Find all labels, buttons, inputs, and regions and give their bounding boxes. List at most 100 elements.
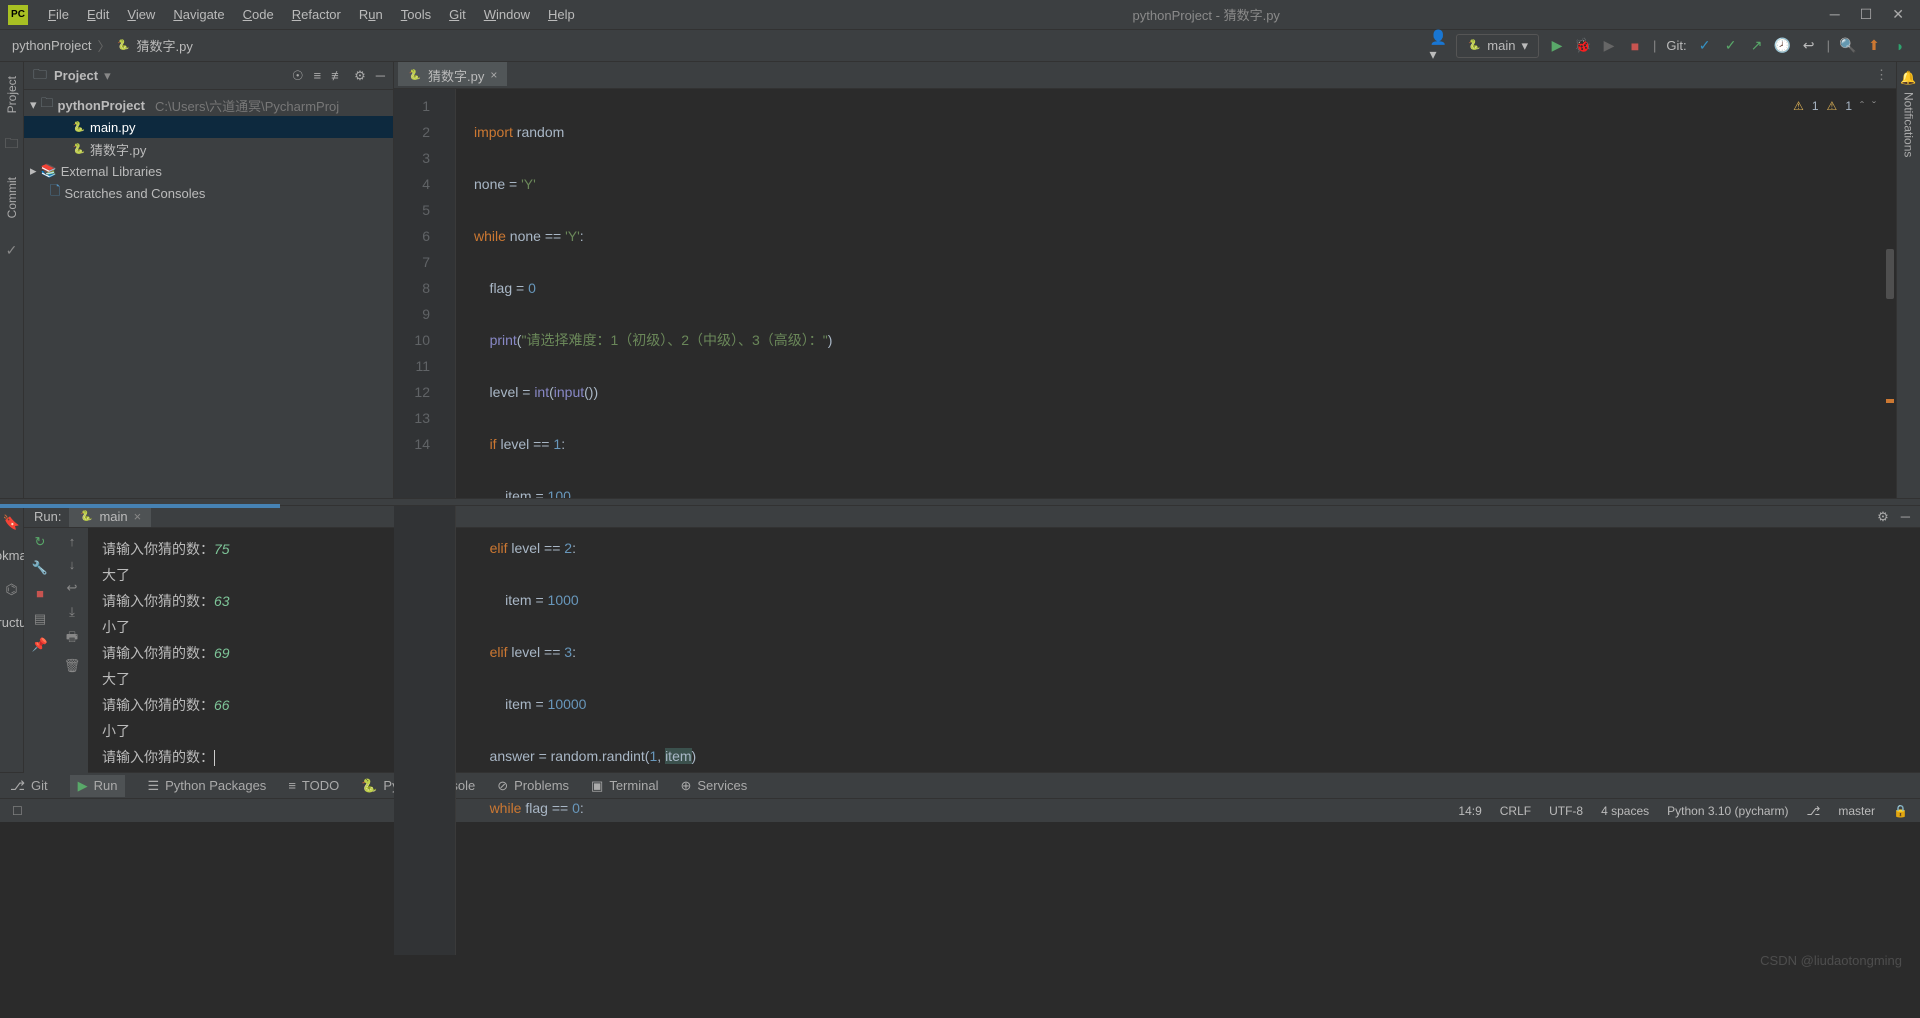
t: input bbox=[554, 384, 584, 400]
tool-git[interactable]: ⎇Git bbox=[10, 778, 48, 794]
project-tree[interactable]: ▾ 🗀 pythonProject C:\Users\六道通冥\PycharmP… bbox=[24, 90, 393, 208]
tab-close-icon[interactable]: × bbox=[490, 68, 497, 82]
search-icon[interactable]: 🔍 bbox=[1840, 38, 1856, 54]
run-tab-label: main bbox=[99, 509, 127, 524]
error-stripe[interactable] bbox=[1884, 89, 1894, 955]
expand-icon[interactable]: ≡ bbox=[314, 68, 322, 84]
tool-pypackages[interactable]: ☰Python Packages bbox=[147, 778, 266, 794]
t: elif bbox=[490, 540, 508, 556]
collapse-icon[interactable]: ≢ bbox=[331, 68, 344, 84]
python-icon: 🐍 bbox=[1467, 39, 1481, 53]
t: import bbox=[474, 124, 513, 140]
gutter: 1 2 3 4 5 6 7 8 9 10 11 12 13 14 bbox=[394, 89, 442, 955]
run-icon[interactable]: ▶ bbox=[1549, 38, 1565, 54]
minimize-icon[interactable]: ─ bbox=[1830, 6, 1840, 23]
structure-icon[interactable]: ⌬ bbox=[4, 581, 20, 597]
tool-run[interactable]: ▶Run bbox=[70, 775, 126, 797]
menu-tools[interactable]: Tools bbox=[393, 3, 439, 26]
maximize-icon[interactable]: ☐ bbox=[1860, 6, 1873, 23]
settings-icon[interactable]: 🔧 bbox=[32, 560, 48, 576]
tab-commit[interactable]: Commit bbox=[5, 171, 19, 224]
down-icon[interactable]: ↓ bbox=[69, 557, 76, 572]
git-rollback-icon[interactable]: ↩ bbox=[1801, 38, 1817, 54]
editor-tab-guess[interactable]: 🐍 猜数字.py × bbox=[398, 62, 507, 88]
tree-file-main[interactable]: 🐍 main.py bbox=[24, 116, 393, 138]
debug-icon[interactable]: 🐞 bbox=[1575, 38, 1591, 54]
commit-icon[interactable]: ✓ bbox=[4, 243, 20, 259]
coverage-icon[interactable]: ▶ bbox=[1601, 38, 1617, 54]
package-icon: ☰ bbox=[147, 778, 159, 794]
status-hide-icon[interactable]: ☐ bbox=[12, 804, 23, 818]
menu-git[interactable]: Git bbox=[441, 3, 474, 26]
chevron-down-icon[interactable]: ▾ bbox=[104, 68, 111, 84]
stop-icon[interactable]: ■ bbox=[36, 586, 44, 601]
locate-icon[interactable]: ☉ bbox=[292, 68, 304, 84]
inspection-badges[interactable]: ⚠1 ⚠1 ˆ ˇ bbox=[1793, 93, 1876, 119]
menu-edit[interactable]: Edit bbox=[79, 3, 117, 26]
chevron-up-icon[interactable]: ˆ bbox=[1860, 93, 1864, 119]
run-tools-secondary: ↑ ↓ ↩ ⤓ 🖶 🗑 bbox=[56, 528, 88, 778]
tree-root[interactable]: ▾ 🗀 pythonProject C:\Users\六道通冥\PycharmP… bbox=[24, 94, 393, 116]
git-update-icon[interactable]: ✓ bbox=[1697, 38, 1713, 54]
scroll-icon[interactable]: ⤓ bbox=[69, 604, 75, 620]
git-commit-icon[interactable]: ✓ bbox=[1723, 38, 1739, 54]
trash-icon[interactable]: 🗑 bbox=[64, 658, 81, 674]
print-icon[interactable]: 🖶 bbox=[66, 628, 78, 650]
git-push-icon[interactable]: ↗ bbox=[1749, 38, 1765, 54]
menu-view[interactable]: View bbox=[119, 3, 163, 26]
project-view-icon[interactable]: 🗀 bbox=[32, 68, 48, 84]
code-area[interactable]: import random none = 'Y' while none == '… bbox=[456, 89, 1896, 955]
stop-icon[interactable]: ■ bbox=[1627, 38, 1643, 54]
menu-run[interactable]: Run bbox=[351, 3, 391, 26]
t bbox=[474, 436, 490, 452]
t: elif bbox=[490, 644, 508, 660]
run-configuration[interactable]: 🐍 main ▾ bbox=[1456, 34, 1539, 58]
t: "请选择难度：1（初级）、2（中级）、3（高级）：" bbox=[521, 332, 827, 348]
breadcrumb-project[interactable]: pythonProject bbox=[12, 38, 92, 53]
tree-scratches[interactable]: 🗋 Scratches and Consoles bbox=[24, 182, 393, 204]
menu-navigate[interactable]: Navigate bbox=[165, 3, 232, 26]
gear-icon[interactable]: ⚙ bbox=[354, 68, 366, 84]
hide-icon[interactable]: ─ bbox=[1901, 509, 1910, 525]
editor: 🐍 猜数字.py × ⋮ 1 2 3 4 5 6 7 8 9 10 11 12 … bbox=[394, 62, 1896, 498]
bell-icon[interactable]: 🔔 bbox=[1900, 70, 1916, 86]
up-icon[interactable]: ↑ bbox=[69, 534, 76, 549]
menu-window[interactable]: Window bbox=[476, 3, 538, 26]
folder-icon: 🗀 bbox=[41, 94, 54, 116]
tree-external[interactable]: ▸ 📚 External Libraries bbox=[24, 160, 393, 182]
run-tab-main[interactable]: 🐍 main × bbox=[69, 506, 151, 527]
menu-help[interactable]: Help bbox=[540, 3, 583, 26]
scrollbar-thumb[interactable] bbox=[1886, 249, 1894, 299]
layout-icon[interactable]: ▤ bbox=[34, 611, 46, 627]
user-icon[interactable]: 👤▾ bbox=[1430, 38, 1446, 54]
tree-file-guess[interactable]: 🐍 猜数字.py bbox=[24, 138, 393, 160]
close-icon[interactable]: × bbox=[134, 509, 142, 524]
tab-project[interactable]: Project bbox=[5, 70, 19, 119]
t: while bbox=[474, 228, 506, 244]
t bbox=[474, 644, 490, 660]
close-icon[interactable]: ✕ bbox=[1892, 6, 1904, 23]
tool-todo[interactable]: ≡TODO bbox=[288, 778, 339, 793]
bookmark-icon[interactable]: 🔖 bbox=[4, 514, 20, 530]
rerun-icon[interactable]: ↻ bbox=[35, 534, 46, 550]
menu-code[interactable]: Code bbox=[235, 3, 282, 26]
editor-menu-icon[interactable]: ⋮ bbox=[1875, 67, 1896, 83]
splitter[interactable] bbox=[0, 498, 1920, 506]
line-num: 4 bbox=[398, 171, 430, 197]
ide-update-icon[interactable]: ⬆ bbox=[1866, 38, 1882, 54]
pin-icon[interactable]: 📌 bbox=[32, 637, 48, 653]
chevron-down-icon[interactable]: ˇ bbox=[1872, 93, 1876, 119]
cursor bbox=[214, 750, 215, 766]
menu-refactor[interactable]: Refactor bbox=[284, 3, 349, 26]
folder-icon[interactable]: 🗀 bbox=[4, 137, 20, 153]
t: 2 bbox=[564, 540, 572, 556]
hide-icon[interactable]: ─ bbox=[376, 68, 385, 84]
breadcrumb-file[interactable]: 猜数字.py bbox=[137, 36, 193, 55]
editor-body[interactable]: 1 2 3 4 5 6 7 8 9 10 11 12 13 14 import … bbox=[394, 89, 1896, 955]
scratch-icon: 🗋 bbox=[50, 182, 60, 204]
code-with-me-icon[interactable]: ◗ bbox=[1892, 38, 1908, 54]
menu-file[interactable]: File bbox=[40, 3, 77, 26]
line-num: 9 bbox=[398, 301, 430, 327]
git-history-icon[interactable]: 🕗 bbox=[1775, 38, 1791, 54]
wrap-icon[interactable]: ↩ bbox=[67, 580, 78, 596]
